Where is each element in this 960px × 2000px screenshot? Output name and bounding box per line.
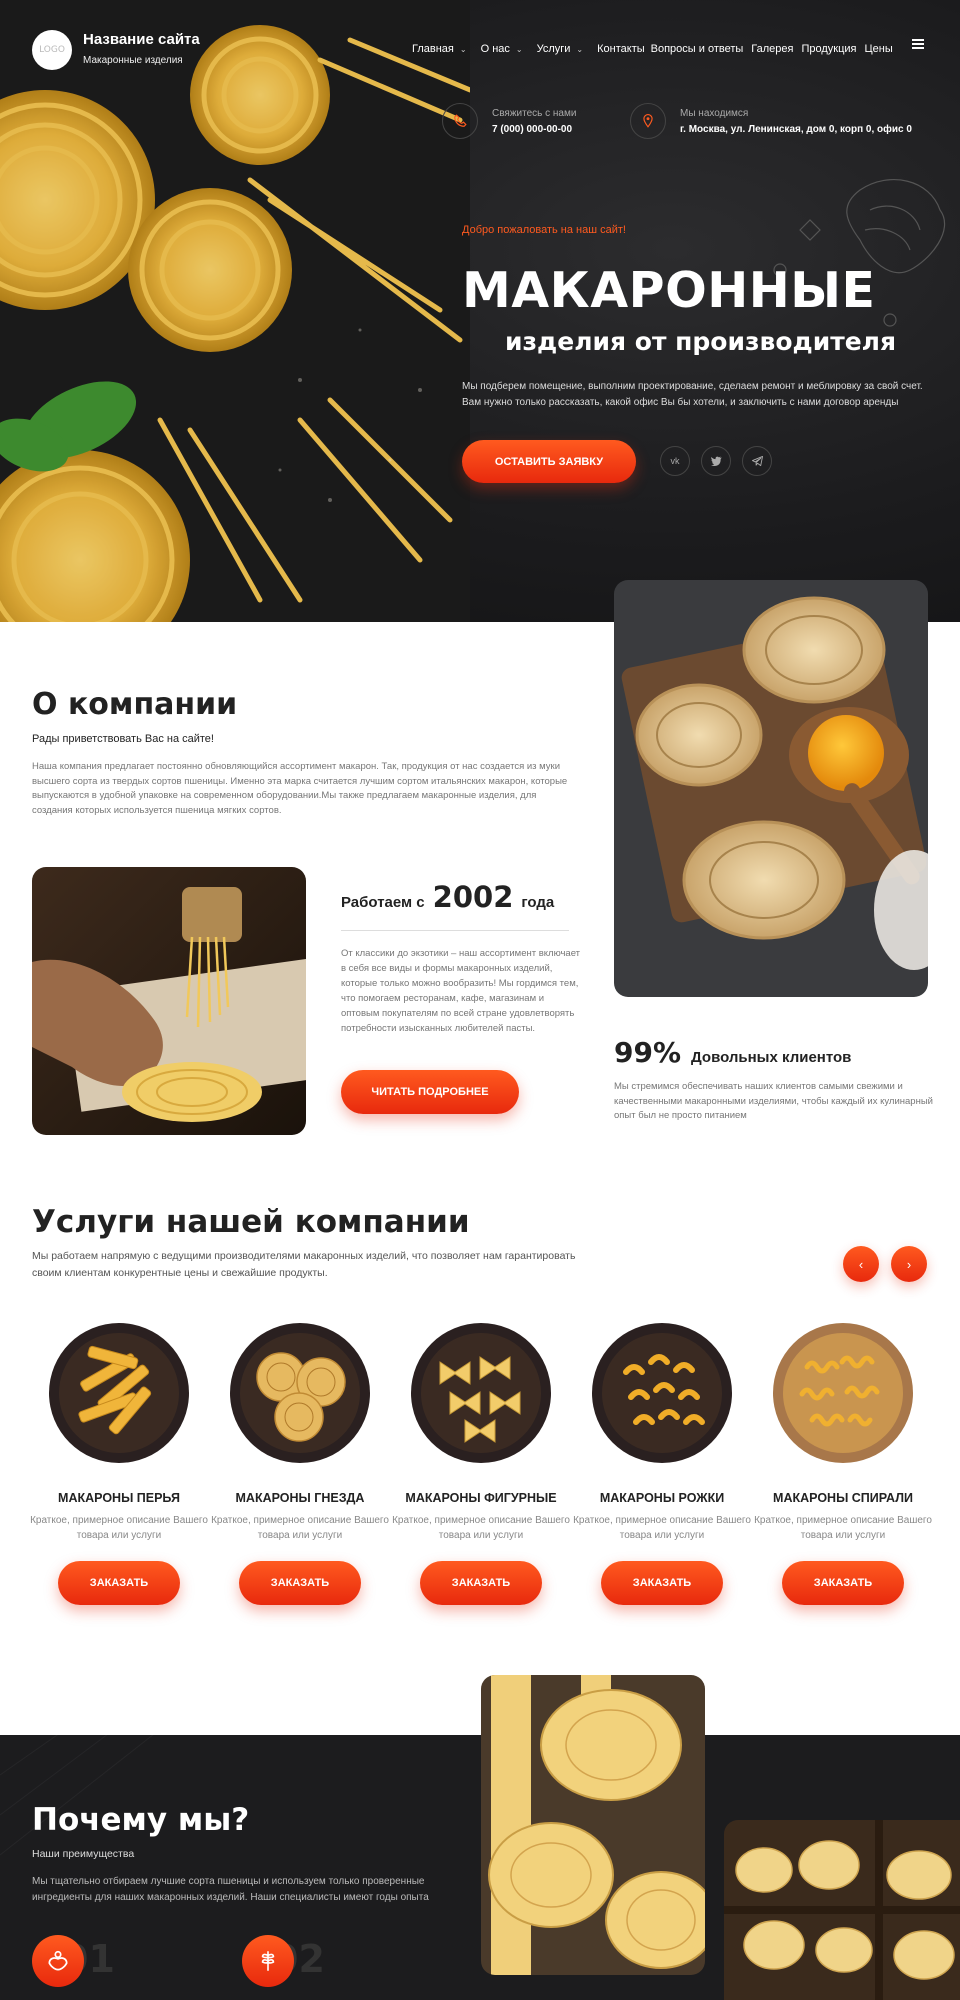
- site-header: LOGO Название сайта Макаронные изделия Г…: [0, 0, 960, 100]
- hero-section: LOGO Название сайта Макаронные изделия Г…: [0, 0, 960, 622]
- satisfied-clients-stat: 99% Довольных клиентов: [614, 1036, 851, 1069]
- stat-text: Мы стремимся обеспечивать наших клиентов…: [614, 1081, 933, 1121]
- elbow-macaroni-image: [592, 1323, 732, 1463]
- contact-phone[interactable]: Свяжитесь с нами 7 (000) 000-00-00: [442, 103, 576, 139]
- tortellini-photo: [724, 1820, 960, 2000]
- carousel-prev-button[interactable]: ‹: [843, 1246, 879, 1282]
- product-description: Краткое, примерное описание Вашего товар…: [211, 1515, 389, 1541]
- since-text: От классики до экзотики – наш ассортимен…: [341, 948, 581, 1034]
- wheat-icon: [242, 1935, 294, 1987]
- nav-item-services[interactable]: Услуги ⌄: [537, 43, 584, 55]
- about-title: О компании: [32, 687, 238, 722]
- vk-icon[interactable]: vk: [660, 446, 690, 476]
- nav-item-about[interactable]: О нас ⌄: [481, 43, 523, 55]
- contact-phone-value[interactable]: 7 (000) 000-00-00: [492, 124, 576, 135]
- telegram-icon[interactable]: [742, 446, 772, 476]
- product-name: МАКАРОНЫ РОЖКИ: [599, 1491, 725, 1505]
- product-card: МАКАРОНЫ ПЕРЬЯ Краткое, примерное описан…: [29, 1322, 209, 1605]
- product-description: Краткое, примерное описание Вашего товар…: [754, 1515, 932, 1541]
- main-nav: Главная ⌄ О нас ⌄ Услуги ⌄ Контакты Вопросы…: [412, 43, 907, 55]
- product-card: МАКАРОНЫ ФИГУРНЫЕ Краткое, примерное опи…: [391, 1322, 571, 1605]
- nav-item-products[interactable]: Продукция: [801, 43, 856, 55]
- order-button[interactable]: ЗАКАЗАТЬ: [58, 1561, 180, 1605]
- hero-welcome: Добро пожаловать на наш сайт!: [462, 224, 626, 236]
- site-subtitle: Макаронные изделия: [83, 55, 183, 66]
- order-button[interactable]: ЗАКАЗАТЬ: [782, 1561, 904, 1605]
- nav-item-gallery[interactable]: Галерея: [751, 43, 793, 55]
- carousel-next-button[interactable]: ›: [891, 1246, 927, 1282]
- twitter-icon[interactable]: [701, 446, 731, 476]
- hands-icon: [32, 1935, 84, 1987]
- location-icon: [630, 103, 666, 139]
- about-text: Наша компания предлагает постоянно обнов…: [32, 761, 568, 816]
- site-logo[interactable]: LOGO: [32, 30, 72, 70]
- site-name[interactable]: Название сайта: [83, 31, 200, 48]
- why-us-text: Мы тщательно отбираем лучшие сорта пшени…: [32, 1876, 429, 1903]
- product-name: МАКАРОНЫ ФИГУРНЫЕ: [405, 1491, 557, 1505]
- fusilli-image: [773, 1323, 913, 1463]
- product-name: МАКАРОНЫ ГНЕЗДА: [235, 1491, 365, 1505]
- hero-title-line2: изделия от производителя: [505, 327, 897, 356]
- why-us-title: Почему мы?: [32, 1802, 250, 1838]
- product-description: Краткое, примерное описание Вашего товар…: [392, 1515, 570, 1541]
- stat-value: 99%: [614, 1036, 682, 1069]
- contact-address: Мы находимся г. Москва, ул. Ленинская, д…: [630, 103, 912, 139]
- chevron-down-icon: ⌄: [515, 44, 523, 54]
- divider: [341, 930, 569, 931]
- submit-request-button[interactable]: ОСТАВИТЬ ЗАЯВКУ: [462, 440, 636, 483]
- stat-label: Довольных клиентов: [691, 1049, 852, 1066]
- order-button[interactable]: ЗАКАЗАТЬ: [239, 1561, 361, 1605]
- order-button[interactable]: ЗАКАЗАТЬ: [601, 1561, 723, 1605]
- contact-phone-label: Свяжитесь с нами: [492, 107, 577, 119]
- contact-address-value: г. Москва, ул. Ленинская, дом 0, корп 0,…: [680, 123, 912, 135]
- since-prefix: Работаем с: [341, 894, 425, 911]
- tagliatelle-photo: [481, 1675, 705, 1975]
- product-card: МАКАРОНЫ ГНЕЗДА Краткое, примерное описа…: [210, 1322, 390, 1605]
- product-name: МАКАРОНЫ ПЕРЬЯ: [58, 1491, 180, 1505]
- since-heading: Работаем с 2002 года: [341, 880, 554, 914]
- product-card: МАКАРОНЫ РОЖКИ Краткое, примерное описан…: [572, 1322, 752, 1605]
- since-year: 2002: [432, 880, 514, 914]
- order-button[interactable]: ЗАКАЗАТЬ: [420, 1561, 542, 1605]
- services-title: Услуги нашей компании: [32, 1204, 470, 1240]
- penne-image: [49, 1323, 189, 1463]
- product-description: Краткое, примерное описание Вашего товар…: [30, 1515, 208, 1541]
- product-description: Краткое, примерное описание Вашего товар…: [573, 1515, 751, 1541]
- nav-item-home[interactable]: Главная ⌄: [412, 43, 467, 55]
- pasta-nests-photo: [614, 580, 928, 997]
- hero-description: Мы подберем помещение, выполним проектир…: [462, 381, 923, 408]
- read-more-button[interactable]: ЧИТАТЬ ПОДРОБНЕЕ: [341, 1070, 519, 1114]
- nests-image: [230, 1323, 370, 1463]
- about-subtitle: Рады приветствовать Вас на сайте!: [32, 733, 214, 745]
- farfalle-image: [411, 1323, 551, 1463]
- nav-item-prices[interactable]: Цены: [865, 43, 893, 55]
- chevron-down-icon: ⌄: [459, 44, 467, 54]
- hero-title: МАКАРОННЫЕ: [462, 262, 876, 319]
- since-suffix: года: [521, 894, 555, 911]
- product-card: МАКАРОНЫ СПИРАЛИ Краткое, примерное опис…: [753, 1322, 933, 1605]
- phone-icon: [442, 103, 478, 139]
- product-name: МАКАРОНЫ СПИРАЛИ: [773, 1491, 913, 1505]
- contact-address-label: Мы находимся: [680, 107, 749, 119]
- nav-item-faq[interactable]: Вопросы и ответы: [651, 43, 744, 55]
- chevron-down-icon: ⌄: [576, 44, 584, 54]
- why-us-subtitle: Наши преимущества: [32, 1848, 135, 1860]
- nav-item-contacts[interactable]: Контакты: [597, 43, 645, 55]
- hamburger-menu-icon[interactable]: [912, 39, 924, 49]
- services-description: Мы работаем напрямую с ведущими производ…: [32, 1250, 576, 1279]
- pasta-machine-photo: [32, 867, 306, 1135]
